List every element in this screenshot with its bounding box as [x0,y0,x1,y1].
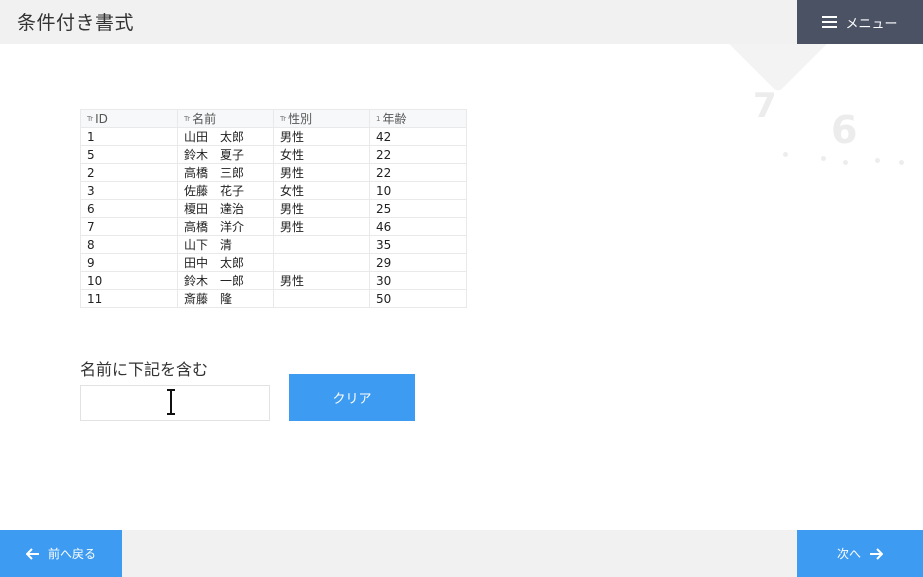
table-cell: 10 [80,271,178,290]
table-cell: 山下 清 [177,235,274,254]
table-cell: 22 [369,163,467,182]
background-dot [821,156,826,161]
table-row: 10 鈴木 一郎 男性 30 [80,271,467,290]
table-cell: 10 [369,181,467,200]
page-title: 条件付き書式 [17,12,135,34]
table-cell: 鈴木 夏子 [177,145,274,164]
table-row: 6 榎田 達治 男性 25 [80,199,467,218]
table-cell [273,289,370,308]
table-cell: 9 [80,253,178,272]
background-digit-6: 6 [831,108,858,152]
text-type-icon: Tr [184,115,191,123]
table-cell: 46 [369,217,467,236]
column-header-label: 年齢 [382,112,407,126]
table-cell [273,235,370,254]
table-row: 9 田中 太郎 29 [80,253,467,272]
table-row: 11 斎藤 隆 50 [80,289,467,308]
table-cell: 男性 [273,217,370,236]
table-cell: 女性 [273,181,370,200]
column-header-label: ID [95,111,108,126]
table-cell: 22 [369,145,467,164]
table-cell: 鈴木 一郎 [177,271,274,290]
table-cell: 田中 太郎 [177,253,274,272]
table-row: 7 高橋 洋介 男性 46 [80,217,467,236]
column-header-label: 性別 [288,112,313,126]
background-dot [843,160,848,165]
arrow-left-icon [25,547,40,560]
table-cell: 2 [80,163,178,182]
table-cell: 高橋 三郎 [177,163,274,182]
table-cell: 42 [369,127,467,146]
text-type-icon: Tr [280,115,287,123]
table-cell: 6 [80,199,178,218]
table-cell: 高橋 洋介 [177,217,274,236]
table-cell: 29 [369,253,467,272]
table-row: 8 山下 清 35 [80,235,467,254]
next-button[interactable]: 次へ [797,530,923,577]
table-row: 1 山田 太郎 男性 42 [80,127,467,146]
clear-button[interactable]: クリア [289,374,415,421]
table-row: 5 鈴木 夏子 女性 22 [80,145,467,164]
table-cell: 佐藤 花子 [177,181,274,200]
table-header-row: Tr ID Tr 名前 Tr 性別 1 年齢 [80,109,467,128]
table-cell: 斎藤 隆 [177,289,274,308]
table-cell: 5 [80,145,178,164]
table-cell: 7 [80,217,178,236]
background-digit-7: 7 [753,86,777,126]
footer-bar: 前へ戻る 次へ [0,530,923,577]
text-type-icon: Tr [87,114,94,123]
column-header-age[interactable]: 1 年齢 [369,109,467,128]
header-bar: 条件付き書式 メニュー [0,0,923,44]
data-table: Tr ID Tr 名前 Tr 性別 1 年齢 1 山田 太郎 男性 42 5 鈴木 夏子 女性 22 2… [80,109,467,308]
table-body: 1 山田 太郎 男性 42 5 鈴木 夏子 女性 22 2 高橋 三郎 男性 22 3 佐藤 花子 女性 10… [80,127,467,308]
table-cell: 1 [80,127,178,146]
table-cell: 3 [80,181,178,200]
table-cell: 女性 [273,145,370,164]
column-header-name[interactable]: Tr 名前 [177,109,274,128]
column-header-gender[interactable]: Tr 性別 [273,109,370,128]
table-cell: 11 [80,289,178,308]
table-cell: 35 [369,235,467,254]
background-dot [875,158,880,163]
table-row: 3 佐藤 花子 女性 10 [80,181,467,200]
name-filter-input[interactable] [80,385,270,421]
table-cell: 25 [369,199,467,218]
table-cell: 男性 [273,199,370,218]
table-cell: 山田 太郎 [177,127,274,146]
table-cell: 8 [80,235,178,254]
column-header-label: 名前 [192,112,217,126]
hamburger-icon [822,16,838,28]
table-cell: 男性 [273,127,370,146]
background-dot [899,160,904,165]
menu-button[interactable]: メニュー [797,0,923,44]
column-header-id[interactable]: Tr ID [80,109,178,128]
menu-button-label: メニュー [845,16,898,32]
filter-label: 名前に下記を含む [80,360,209,379]
table-cell: 男性 [273,271,370,290]
arrow-right-icon [869,547,883,560]
next-button-label: 次へ [836,547,861,561]
number-type-icon: 1 [376,115,381,123]
background-dot [783,152,788,157]
table-cell [273,253,370,272]
table-cell: 男性 [273,163,370,182]
table-cell: 50 [369,289,467,308]
table-row: 2 高橋 三郎 男性 22 [80,163,467,182]
table-cell: 30 [369,271,467,290]
table-cell: 榎田 達治 [177,199,274,218]
prev-button[interactable]: 前へ戻る [0,530,122,577]
prev-button-label: 前へ戻る [47,547,96,561]
